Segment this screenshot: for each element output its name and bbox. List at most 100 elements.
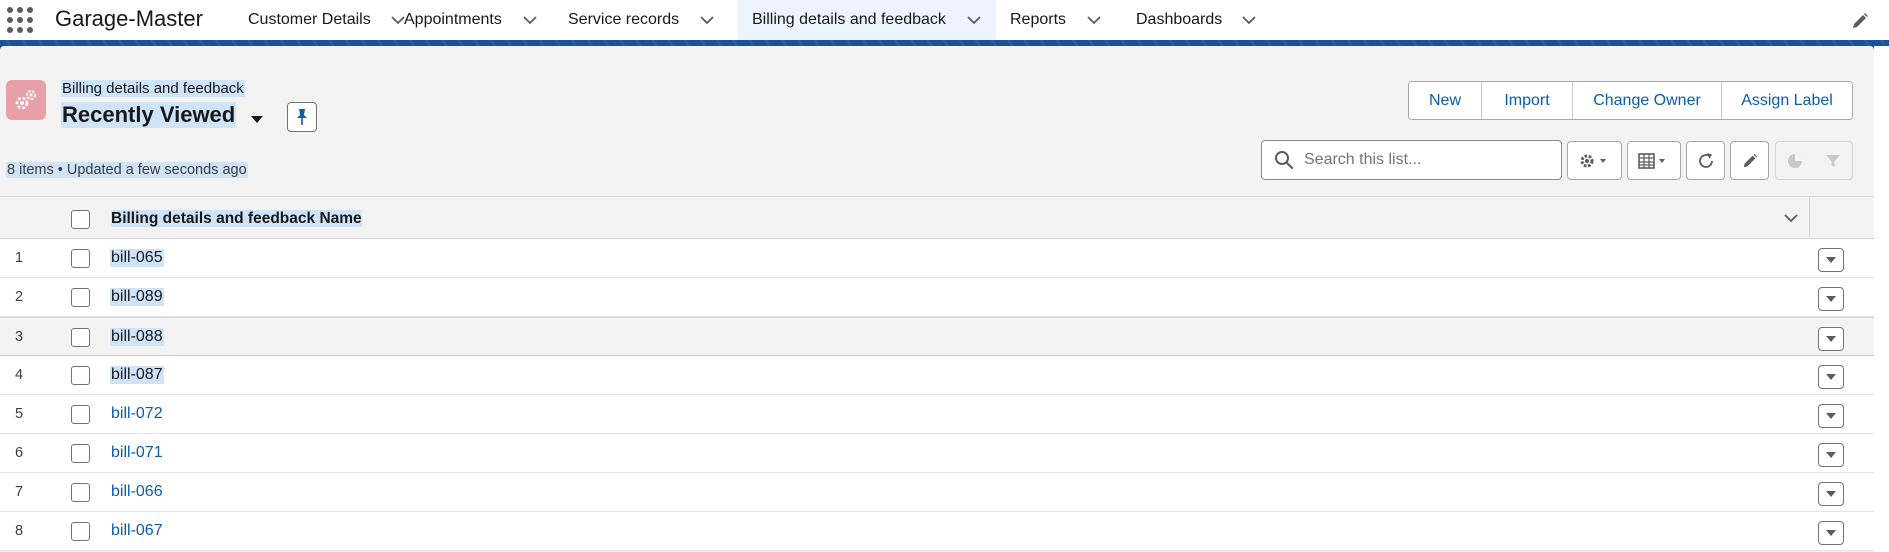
record-name-link[interactable]: bill-067 [110, 522, 164, 540]
row-action-dropdown[interactable] [1818, 482, 1844, 506]
row-number: 3 [15, 329, 24, 345]
gear-icon [1580, 154, 1606, 167]
row-action-dropdown[interactable] [1818, 443, 1844, 467]
record-name-link[interactable]: bill-065 [110, 249, 164, 267]
nav-tab-dashboards[interactable]: Dashboards [1116, 0, 1256, 40]
pin-icon [297, 109, 307, 125]
chevron-down-icon[interactable] [1086, 12, 1102, 28]
row-checkbox[interactable] [71, 444, 90, 463]
table-row: 5 bill-072 [0, 395, 1874, 434]
nav-tab-appointments[interactable]: Appointments [404, 0, 568, 40]
caret-down-icon [1826, 296, 1836, 302]
nav-tab-label: Billing details and feedback [752, 11, 946, 28]
row-checkbox[interactable] [71, 405, 90, 424]
assign-label-button[interactable]: Assign Label [1722, 82, 1852, 119]
display-as-button[interactable] [1627, 141, 1681, 180]
record-name-link[interactable]: bill-072 [110, 405, 164, 423]
table-header: Billing details and feedback Name [0, 196, 1874, 239]
caret-down-icon [1826, 491, 1836, 497]
list-view-title[interactable]: Recently Viewed [61, 102, 237, 128]
app-name: Garage-Master [55, 6, 203, 31]
app-launcher-icon[interactable] [6, 5, 34, 33]
list-actions: New Import Change Owner Assign Label [1408, 81, 1853, 120]
row-action-dropdown[interactable] [1818, 248, 1844, 272]
column-header-label: Billing details and feedback Name [111, 210, 362, 227]
row-number: 7 [15, 484, 24, 500]
column-sort-chevron-icon[interactable] [1782, 209, 1800, 227]
row-number: 4 [15, 367, 24, 383]
caret-down-icon [1826, 257, 1836, 263]
nav-tab-reports[interactable]: Reports [996, 0, 1116, 40]
pin-list-button[interactable] [287, 102, 317, 132]
table-row: 7 bill-066 [0, 473, 1874, 512]
column-divider [1809, 197, 1810, 239]
nav-tab-customer-details[interactable]: Customer Details [234, 0, 405, 40]
row-action-dropdown[interactable] [1818, 404, 1844, 428]
table-row: 2 bill-089 [0, 278, 1874, 317]
row-checkbox[interactable] [71, 366, 90, 385]
table-row: 8 bill-067 [0, 512, 1874, 551]
list-settings-button[interactable] [1567, 141, 1622, 180]
page-scrollbar[interactable] [1874, 46, 1889, 552]
row-checkbox[interactable] [71, 522, 90, 541]
record-name-link[interactable]: bill-066 [110, 483, 164, 501]
pencil-icon [1743, 153, 1757, 167]
record-name-link[interactable]: bill-089 [110, 288, 164, 306]
search-icon [1275, 151, 1294, 170]
edit-nav-pencil-icon[interactable] [1851, 12, 1869, 30]
chevron-down-icon[interactable] [966, 12, 982, 28]
caret-down-icon[interactable] [248, 110, 266, 128]
table-row: 4 bill-087 [0, 356, 1874, 395]
record-name-link[interactable]: bill-088 [110, 328, 164, 346]
row-number: 8 [15, 523, 24, 539]
nav-tabs: Customer Details Appointments Service re… [234, 0, 1256, 40]
nav-tab-billing-details-and-feedback[interactable]: Billing details and feedback [738, 0, 996, 40]
caret-down-icon [1826, 530, 1836, 536]
records-table: Billing details and feedback Name 1 bill… [0, 196, 1874, 551]
caret-down-icon [1826, 452, 1836, 458]
import-button[interactable]: Import [1482, 82, 1573, 119]
column-header-name[interactable]: Billing details and feedback Name [110, 210, 363, 228]
row-number: 6 [15, 445, 24, 461]
row-checkbox[interactable] [71, 328, 90, 347]
nav-tab-service-records[interactable]: Service records [568, 0, 738, 40]
list-status: 8 items • Updated a few seconds ago [6, 162, 248, 178]
caret-down-icon [1826, 413, 1836, 419]
chevron-down-icon[interactable] [1242, 12, 1256, 28]
nav-tab-label: Reports [1010, 11, 1067, 28]
new-button[interactable]: New [1409, 82, 1482, 119]
chart-filter-group [1775, 141, 1853, 180]
row-action-dropdown[interactable] [1818, 521, 1844, 545]
row-checkbox[interactable] [71, 483, 90, 502]
record-name-link[interactable]: bill-071 [110, 444, 164, 462]
pie-chart-icon [1788, 153, 1802, 168]
caret-down-icon [1826, 374, 1836, 380]
row-number: 5 [15, 406, 24, 422]
refresh-icon [1698, 152, 1713, 168]
select-all-checkbox[interactable] [71, 210, 90, 229]
record-name-link[interactable]: bill-087 [110, 366, 164, 384]
object-label: Billing details and feedback [61, 80, 245, 97]
nav-tab-label: Service records [568, 11, 680, 28]
inline-edit-button[interactable] [1730, 141, 1769, 180]
table-icon [1638, 152, 1665, 169]
chevron-down-icon[interactable] [391, 12, 405, 28]
table-row: 6 bill-071 [0, 434, 1874, 473]
row-checkbox[interactable] [71, 288, 90, 307]
refresh-button[interactable] [1686, 141, 1725, 180]
change-owner-button[interactable]: Change Owner [1573, 82, 1722, 119]
nav-tab-label: Dashboards [1136, 11, 1223, 28]
row-action-dropdown[interactable] [1818, 327, 1844, 351]
nav-tab-label: Customer Details [248, 11, 371, 28]
chevron-down-icon[interactable] [522, 12, 538, 28]
row-action-dropdown[interactable] [1818, 287, 1844, 311]
row-action-dropdown[interactable] [1818, 365, 1844, 389]
row-checkbox[interactable] [71, 249, 90, 268]
gears-icon [6, 80, 46, 120]
filter-icon [1826, 154, 1840, 167]
chevron-down-icon[interactable] [699, 12, 715, 28]
table-row: 3 bill-088 [0, 317, 1874, 356]
nav-tab-label: Appointments [404, 11, 502, 28]
search-input[interactable] [1304, 151, 1544, 169]
search-box [1261, 140, 1562, 180]
